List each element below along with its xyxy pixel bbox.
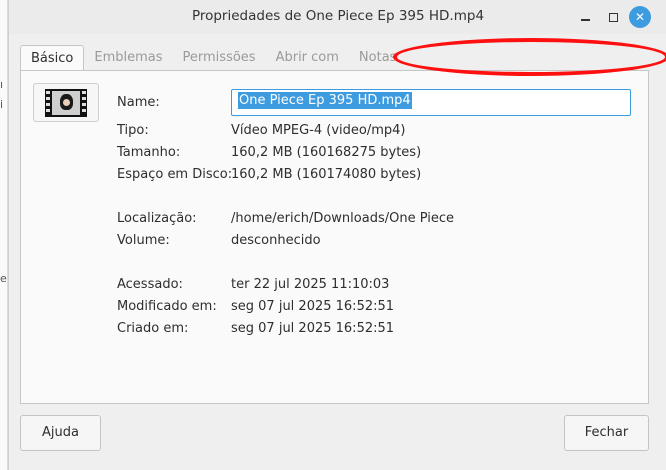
help-button[interactable]: Ajuda [20, 415, 101, 451]
created-value: seg 07 jul 2025 16:52:51 [231, 321, 395, 336]
red-annotation-ellipse [393, 38, 666, 76]
close-icon: ✕ [634, 10, 646, 24]
modified-label: Modificado em: [117, 299, 217, 314]
close-window-button[interactable]: ✕ [629, 6, 651, 28]
video-file-icon [45, 89, 87, 117]
minimize-button[interactable] [573, 5, 597, 29]
size-label: Tamanho: [117, 145, 181, 160]
titlebar: Propriedades de One Piece Ep 395 HD.mp4 … [9, 0, 666, 34]
disk-space-value: 160,2 MB (160174080 bytes) [231, 167, 422, 182]
volume-value: desconhecido [231, 233, 321, 248]
tab-emblemas[interactable]: Emblemas [84, 45, 172, 71]
name-input-value: One Piece Ep 395 HD.mp4 [238, 92, 412, 109]
window-title: Propriedades de One Piece Ep 395 HD.mp4 [191, 8, 485, 24]
tab-bar: Básico Emblemas Permissões Abrir com Not… [20, 45, 406, 71]
basic-panel: Name: One Piece Ep 395 HD.mp4 Tipo: Víde… [20, 70, 649, 404]
modified-value: seg 07 jul 2025 16:52:51 [231, 299, 395, 314]
disk-space-label: Espaço em Disco: [117, 167, 233, 182]
created-label: Criado em: [117, 321, 189, 336]
properties-dialog: Propriedades de One Piece Ep 395 HD.mp4 … [8, 0, 666, 470]
close-button[interactable]: Fechar [564, 415, 649, 451]
file-thumbnail[interactable] [33, 83, 99, 122]
tab-permissoes[interactable]: Permissões [173, 45, 266, 71]
name-label: Name: [117, 95, 160, 110]
volume-label: Volume: [117, 233, 170, 248]
maximize-icon [608, 12, 618, 22]
type-label: Tipo: [117, 123, 149, 138]
accessed-value: ter 22 jul 2025 11:10:03 [231, 277, 390, 292]
location-label: Localização: [117, 211, 197, 226]
background-window-edge: ı i e [0, 0, 8, 470]
size-value: 160,2 MB (160168275 bytes) [231, 145, 422, 160]
location-value: /home/erich/Downloads/One Piece [231, 211, 455, 226]
name-input[interactable]: One Piece Ep 395 HD.mp4 [231, 89, 631, 116]
tab-basico[interactable]: Básico [20, 45, 85, 71]
tab-abrir-com[interactable]: Abrir com [266, 45, 349, 71]
accessed-label: Acessado: [117, 277, 183, 292]
minimize-icon [580, 19, 590, 21]
type-value: Vídeo MPEG-4 (video/mp4) [231, 123, 406, 138]
maximize-button[interactable] [601, 5, 625, 29]
